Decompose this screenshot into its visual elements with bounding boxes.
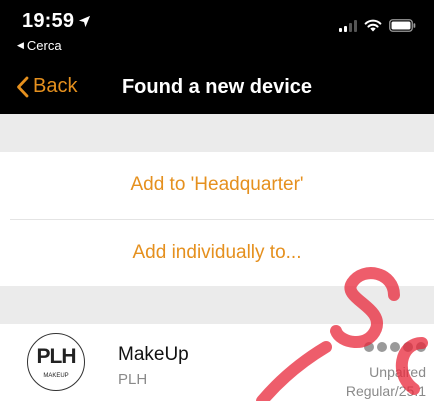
signal-dot <box>390 342 400 352</box>
location-arrow-icon <box>79 15 91 28</box>
signal-dot <box>377 342 387 352</box>
section-spacer <box>0 286 434 324</box>
wifi-icon <box>364 19 382 32</box>
device-name: MakeUp <box>118 344 189 365</box>
back-to-app-link[interactable]: ◀ Cerca <box>17 38 62 53</box>
signal-dot <box>364 342 374 352</box>
status-bar: 19:59 ◀ Cerca <box>0 0 434 62</box>
section-spacer <box>0 114 434 152</box>
add-individually-button[interactable]: Add individually to... <box>0 220 434 286</box>
add-to-group-button[interactable]: Add to 'Headquarter' <box>0 152 434 218</box>
signal-strength-indicator <box>364 342 426 352</box>
back-triangle-icon: ◀ <box>17 40 24 50</box>
battery-icon <box>389 19 416 32</box>
device-brand: PLH <box>118 371 148 388</box>
device-logo-caption: MAKEUP <box>43 373 69 379</box>
device-status: Unpaired <box>369 364 426 380</box>
action-list: Add to 'Headquarter' Add individually to… <box>0 152 434 286</box>
device-avatar: PLH MAKEUP <box>27 333 85 391</box>
status-icons <box>339 19 416 32</box>
signal-dot <box>403 342 413 352</box>
navigation-bar: Back Found a new device <box>0 62 434 114</box>
device-list-item[interactable]: PLH MAKEUP MakeUp PLH Unpaired Regular/2… <box>0 324 434 401</box>
signal-icon <box>339 19 357 32</box>
status-time: 19:59 <box>22 10 91 33</box>
device-logo-text: PLH <box>36 345 77 368</box>
time-text: 19:59 <box>22 10 75 32</box>
device-detail: Regular/25.1 <box>345 383 426 399</box>
signal-dot <box>416 342 426 352</box>
page-title: Found a new device <box>121 76 313 98</box>
back-app-label: Cerca <box>26 38 62 53</box>
